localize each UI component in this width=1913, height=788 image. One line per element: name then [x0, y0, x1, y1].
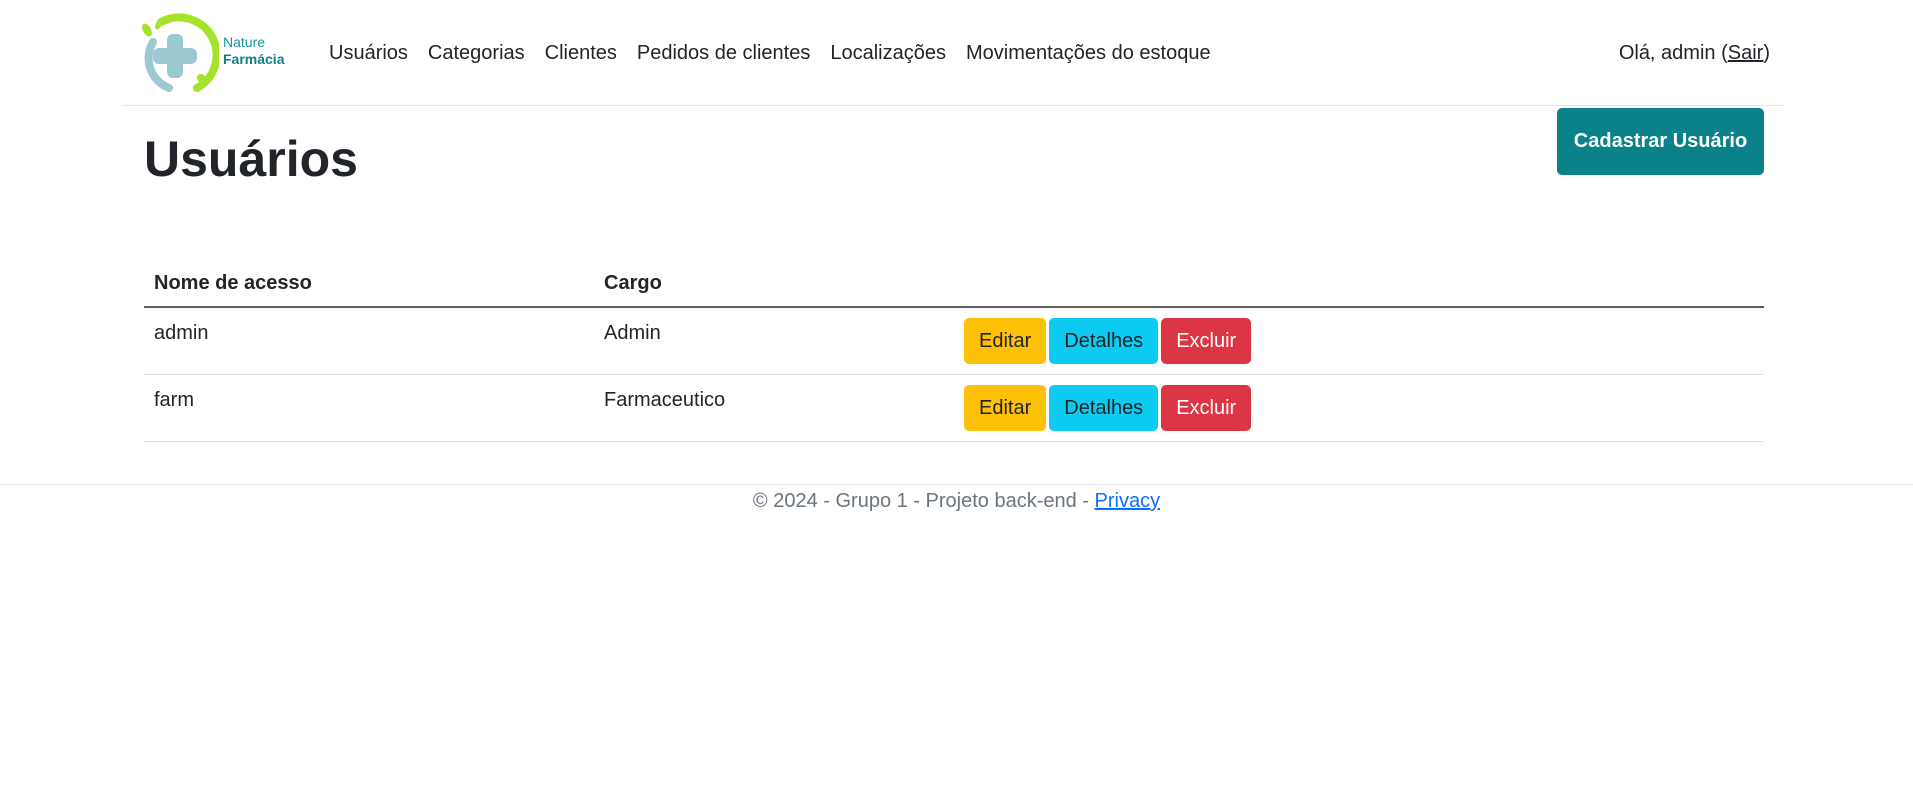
edit-button[interactable]: Editar	[964, 384, 1047, 431]
cell-cargo: Farmaceutico	[594, 374, 954, 442]
table-row: admin Admin Editar Detalhes Excluir	[144, 307, 1764, 375]
greeting-suffix: )	[1763, 41, 1770, 64]
greeting-prefix: Olá, admin (	[1618, 41, 1728, 64]
nav-item-categorias[interactable]: Categorias	[418, 34, 535, 73]
nav-item-movimentacoes-do-estoque[interactable]: Movimentações do estoque	[956, 34, 1221, 73]
column-header-cargo: Cargo	[594, 260, 954, 308]
cell-login: farm	[144, 374, 594, 442]
users-table: Nome de acesso Cargo admin Admin Editar D…	[144, 260, 1764, 442]
main-nav: Usuários Categorias Clientes Pedidos de …	[319, 0, 1221, 106]
page-title: Usuários	[144, 131, 358, 187]
cell-login: admin	[144, 307, 594, 375]
brand-line-1: Nature	[223, 34, 266, 50]
delete-button[interactable]: Excluir	[1161, 384, 1252, 431]
page-footer: © 2024 - Grupo 1 - Projeto back-end - Pr…	[0, 484, 1913, 513]
nav-item-pedidos-de-clientes[interactable]: Pedidos de clientes	[627, 34, 820, 73]
details-button[interactable]: Detalhes	[1049, 384, 1159, 431]
footer-text: © 2024 - Grupo 1 - Projeto back-end -	[752, 490, 1095, 512]
table-row: farm Farmaceutico Editar Detalhes Excluir	[144, 374, 1764, 442]
edit-button[interactable]: Editar	[964, 318, 1047, 364]
privacy-link[interactable]: Privacy	[1095, 490, 1161, 512]
nav-item-clientes[interactable]: Clientes	[535, 34, 627, 73]
nav-item-localizacoes[interactable]: Localizações	[820, 34, 956, 73]
cell-cargo: Admin	[594, 307, 954, 375]
column-header-actions	[954, 260, 1764, 308]
create-user-button[interactable]: Cadastrar Usuário	[1557, 108, 1764, 175]
brand-logo-link[interactable]: Nature Farmácia	[139, 12, 299, 92]
brand-line-2: Farmácia	[223, 51, 285, 67]
top-navbar: Nature Farmácia Usuários Categorias Clie…	[123, 0, 1784, 106]
details-button[interactable]: Detalhes	[1049, 318, 1159, 364]
logout-link[interactable]: Sair	[1728, 42, 1764, 65]
brand-name: Nature Farmácia	[223, 34, 284, 68]
row-actions: Editar Detalhes Excluir	[954, 307, 1764, 375]
user-greeting: Olá, admin (Sair)	[1619, 0, 1770, 106]
delete-button[interactable]: Excluir	[1161, 318, 1252, 364]
nav-item-usuarios[interactable]: Usuários	[319, 34, 418, 73]
row-actions: Editar Detalhes Excluir	[954, 374, 1764, 442]
column-header-login: Nome de acesso	[144, 260, 594, 308]
pharmacy-cross-logo-icon	[142, 13, 219, 92]
table-header-row: Nome de acesso Cargo	[144, 260, 1764, 308]
